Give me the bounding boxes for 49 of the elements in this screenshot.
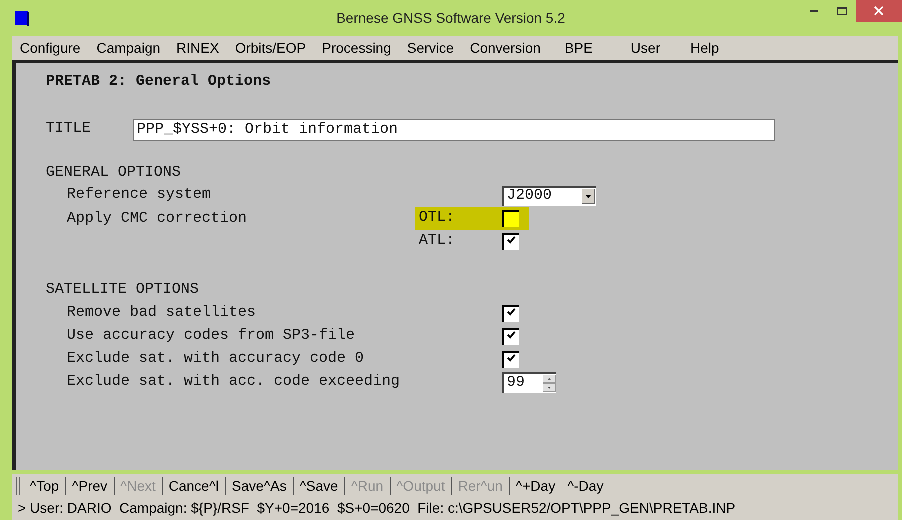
menu-item[interactable]: Help	[682, 38, 728, 58]
menu-item[interactable]: Configure	[12, 38, 89, 58]
menu-item[interactable]: BPE	[548, 38, 601, 58]
option-label: Reference system	[67, 185, 212, 206]
option-label: Exclude sat. with acc. code exceeding	[67, 372, 402, 392]
checkbox[interactable]	[502, 304, 519, 322]
toolbar-button[interactable]: ^-Day	[562, 476, 610, 496]
spin-field[interactable]: 99	[502, 372, 556, 392]
toolbar-button[interactable]: Cance^l	[162, 476, 226, 496]
toolbar-button[interactable]: ^Top	[24, 476, 66, 496]
minimize-icon	[810, 10, 818, 12]
section-heading: GENERAL OPTIONS	[46, 162, 182, 182]
close-icon	[874, 6, 884, 16]
toolbar-button[interactable]: ^+Day	[510, 476, 562, 496]
sub-option-label: ATL:	[418, 231, 456, 252]
toolbar-button[interactable]: ^Save	[294, 476, 344, 496]
spinner-arrows-icon	[543, 374, 556, 392]
option-label: Use accuracy codes from SP3-file	[67, 326, 356, 346]
option-label: Exclude sat. with accuracy code 0	[67, 348, 366, 369]
toolbar-button[interactable]: ^Prev	[66, 476, 114, 496]
app-icon	[14, 10, 30, 26]
checkbox[interactable]	[502, 328, 519, 344]
toolbar-button[interactable]: Save^As	[226, 476, 293, 496]
sub-option-label: OTL:	[415, 207, 502, 230]
menu-item[interactable]: User	[600, 38, 682, 58]
option-label: Remove bad satellites	[67, 302, 258, 323]
dropdown-arrow-icon	[582, 189, 595, 204]
menu-item[interactable]: Conversion	[462, 38, 549, 58]
field-label: TITLE	[46, 119, 92, 140]
checkbox[interactable]	[502, 210, 519, 227]
form-heading: PRETAB 2: General Options	[46, 72, 272, 91]
option-label: Apply CMC correction	[67, 209, 248, 229]
checkbox[interactable]	[502, 233, 519, 250]
section-heading: SATELLITE OPTIONS	[46, 280, 200, 300]
window-title: Bernese GNSS Software Version 5.2	[336, 8, 566, 28]
title-field[interactable]: PPP_$YSS+0: Orbit information	[133, 118, 775, 140]
menu-item[interactable]: Service	[399, 38, 462, 58]
checkmark-icon	[507, 354, 516, 362]
menu-item[interactable]: Orbits/EOP	[227, 38, 314, 58]
close-button[interactable]	[856, 0, 902, 22]
checkmark-icon	[507, 236, 516, 244]
menu-item[interactable]: RINEX	[168, 38, 228, 58]
checkbox[interactable]	[502, 350, 519, 368]
dropdown[interactable]: J2000	[502, 186, 596, 206]
menu-item[interactable]: Campaign	[88, 38, 169, 58]
checkmark-icon	[507, 330, 516, 338]
menu-item[interactable]: Processing	[314, 38, 400, 58]
maximize-icon	[837, 7, 847, 15]
checkmark-icon	[507, 308, 516, 316]
